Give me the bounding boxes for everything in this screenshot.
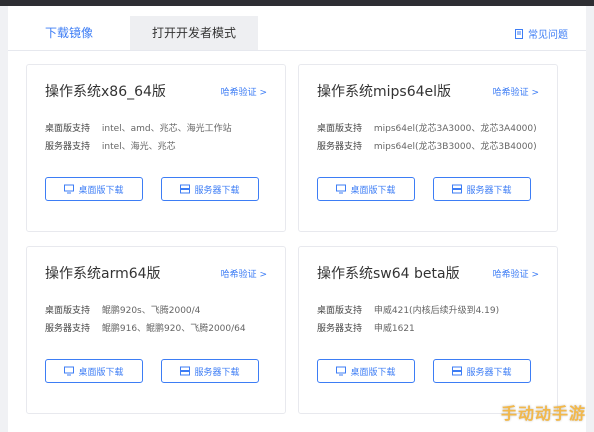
desktop-support-label: 桌面版支持 bbox=[317, 306, 363, 316]
download-panel: 下载镜像 打开开发者模式 常见问题 操作系统x86_64版 哈希验证 > 桌面版… bbox=[8, 6, 586, 432]
card-x86: 操作系统x86_64版 哈希验证 > 桌面版支持 intel、amd、兆芯、海光… bbox=[26, 64, 286, 232]
desktop-support-row: 桌面版支持 intel、amd、兆芯、海光工作站 bbox=[45, 121, 232, 134]
server-support-value: 申威1621 bbox=[373, 324, 415, 334]
desktop-support-value: intel、amd、兆芯、海光工作站 bbox=[101, 124, 232, 134]
desktop-download-button[interactable]: 桌面版下载 bbox=[317, 177, 415, 201]
server-download-button[interactable]: 服务器下载 bbox=[161, 359, 259, 383]
server-download-label: 服务器下载 bbox=[194, 367, 240, 378]
server-support-row: 服务器支持 intel、海光、兆芯 bbox=[45, 139, 176, 152]
tab-developer-mode[interactable]: 打开开发者模式 bbox=[130, 16, 258, 50]
desktop-support-value: 鲲鹏920s、飞腾2000/4 bbox=[101, 306, 201, 316]
card-title: 操作系统arm64版 bbox=[45, 266, 161, 282]
server-support-value: mips64el(龙芯3B3000、龙芯3B4000) bbox=[373, 142, 537, 152]
desktop-support-row: 桌面版支持 mips64el(龙芯3A3000、龙芯3A4000) bbox=[317, 121, 537, 134]
server-icon bbox=[452, 184, 463, 194]
card-mips64el: 操作系统mips64el版 哈希验证 > 桌面版支持 mips64el(龙芯3A… bbox=[298, 64, 558, 232]
faq-label: 常见问题 bbox=[528, 30, 568, 41]
card-title: 操作系统mips64el版 bbox=[317, 84, 452, 100]
desktop-support-label: 桌面版支持 bbox=[45, 124, 91, 134]
desktop-download-button[interactable]: 桌面版下载 bbox=[45, 359, 143, 383]
server-support-label: 服务器支持 bbox=[317, 142, 363, 152]
server-support-label: 服务器支持 bbox=[317, 324, 363, 334]
desktop-support-label: 桌面版支持 bbox=[45, 306, 91, 316]
server-download-button[interactable]: 服务器下载 bbox=[161, 177, 259, 201]
server-support-value: intel、海光、兆芯 bbox=[101, 142, 176, 152]
site-watermark: 手动动手游 bbox=[500, 404, 586, 423]
card-sw64: 操作系统sw64 beta版 哈希验证 > 桌面版支持 申威421(内核后续升级… bbox=[298, 246, 558, 414]
desktop-support-value: 申威421(内核后续升级到4.19) bbox=[373, 306, 500, 316]
desktop-support-row: 桌面版支持 申威421(内核后续升级到4.19) bbox=[317, 303, 499, 316]
server-download-button[interactable]: 服务器下载 bbox=[433, 177, 531, 201]
desktop-download-button[interactable]: 桌面版下载 bbox=[45, 177, 143, 201]
desktop-download-label: 桌面版下载 bbox=[78, 367, 124, 378]
hash-verify-link[interactable]: 哈希验证 > bbox=[221, 267, 267, 280]
faq-link[interactable]: 常见问题 bbox=[514, 26, 568, 41]
monitor-icon bbox=[336, 366, 347, 376]
server-download-button[interactable]: 服务器下载 bbox=[433, 359, 531, 383]
hash-verify-link[interactable]: 哈希验证 > bbox=[493, 85, 539, 98]
server-download-label: 服务器下载 bbox=[466, 185, 512, 196]
hash-verify-link[interactable]: 哈希验证 > bbox=[493, 267, 539, 280]
server-support-label: 服务器支持 bbox=[45, 324, 91, 334]
card-title: 操作系统sw64 beta版 bbox=[317, 266, 460, 282]
card-arm64: 操作系统arm64版 哈希验证 > 桌面版支持 鲲鹏920s、飞腾2000/4 … bbox=[26, 246, 286, 414]
document-icon bbox=[515, 28, 523, 39]
desktop-download-label: 桌面版下载 bbox=[350, 367, 396, 378]
server-download-label: 服务器下载 bbox=[466, 367, 512, 378]
tab-bar: 下载镜像 打开开发者模式 bbox=[8, 16, 586, 51]
desktop-download-label: 桌面版下载 bbox=[78, 185, 124, 196]
server-icon bbox=[180, 366, 191, 376]
desktop-support-row: 桌面版支持 鲲鹏920s、飞腾2000/4 bbox=[45, 303, 200, 316]
server-support-label: 服务器支持 bbox=[45, 142, 91, 152]
desktop-support-value: mips64el(龙芯3A3000、龙芯3A4000) bbox=[373, 124, 537, 134]
server-icon bbox=[180, 184, 191, 194]
hash-verify-link[interactable]: 哈希验证 > bbox=[221, 85, 267, 98]
server-support-row: 服务器支持 申威1621 bbox=[317, 321, 415, 334]
server-support-value: 鲲鹏916、鲲鹏920、飞腾2000/64 bbox=[101, 324, 246, 334]
tab-download-image[interactable]: 下载镜像 bbox=[8, 16, 130, 50]
server-download-label: 服务器下载 bbox=[194, 185, 240, 196]
server-support-row: 服务器支持 鲲鹏916、鲲鹏920、飞腾2000/64 bbox=[45, 321, 246, 334]
monitor-icon bbox=[336, 184, 347, 194]
desktop-support-label: 桌面版支持 bbox=[317, 124, 363, 134]
desktop-download-button[interactable]: 桌面版下载 bbox=[317, 359, 415, 383]
monitor-icon bbox=[64, 184, 75, 194]
server-icon bbox=[452, 366, 463, 376]
desktop-download-label: 桌面版下载 bbox=[350, 185, 396, 196]
monitor-icon bbox=[64, 366, 75, 376]
card-title: 操作系统x86_64版 bbox=[45, 84, 166, 100]
server-support-row: 服务器支持 mips64el(龙芯3B3000、龙芯3B4000) bbox=[317, 139, 537, 152]
